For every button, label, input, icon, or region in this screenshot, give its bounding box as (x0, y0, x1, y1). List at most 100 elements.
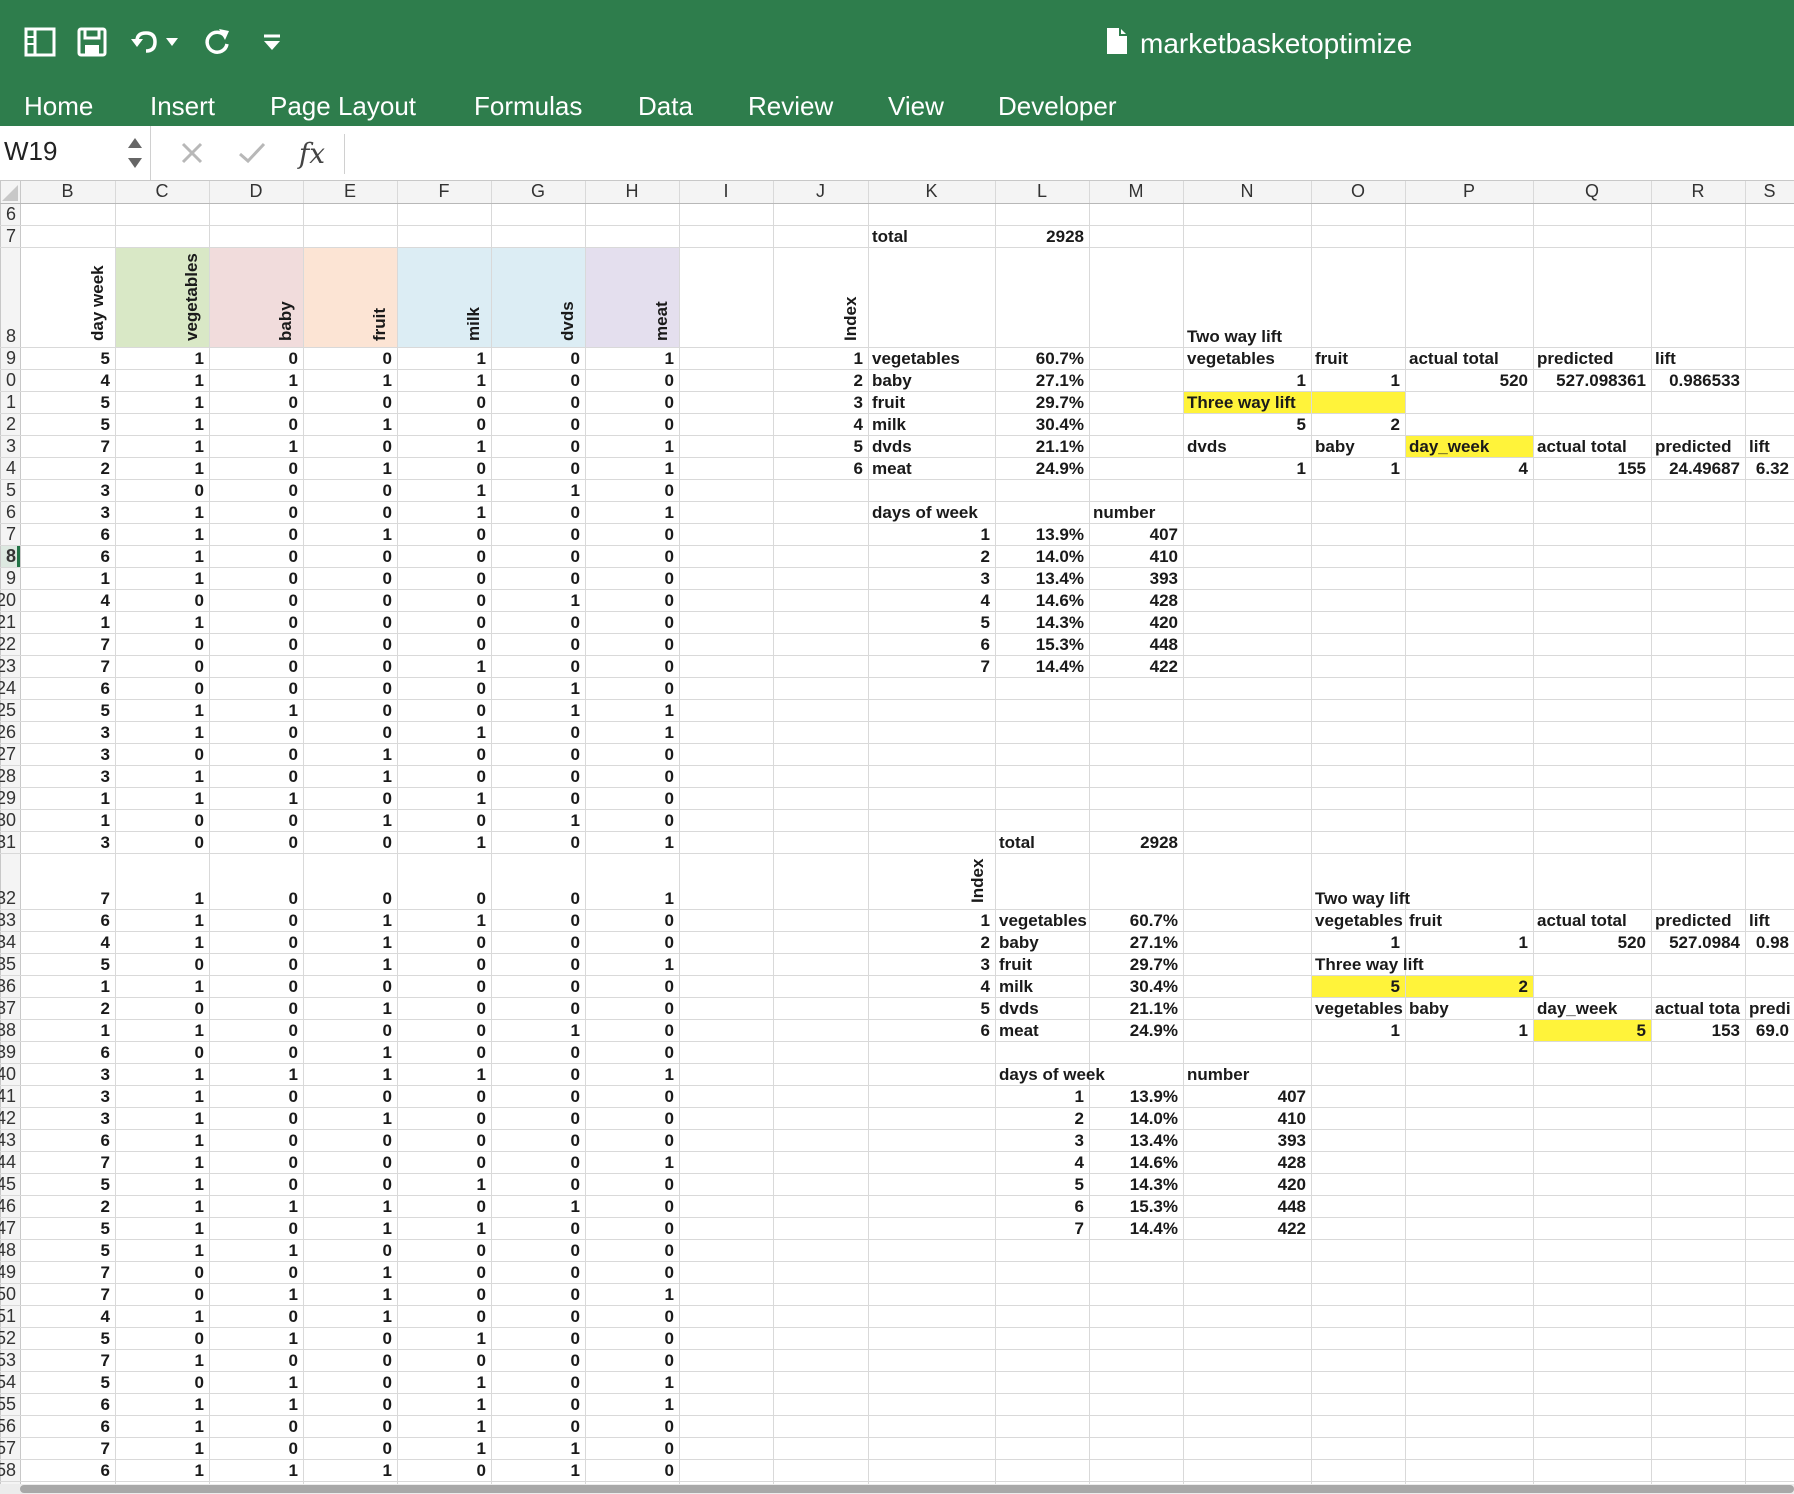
data-cell: 0 (383, 569, 392, 588)
data-cell: 2 (101, 999, 110, 1018)
day-count-2: 410 (1278, 1109, 1306, 1128)
three-way-header-2: actual tota (1655, 999, 1741, 1018)
category-header-dvds: dvds (558, 301, 577, 341)
data-cell: 0 (289, 1263, 298, 1282)
data-cell: 0 (289, 459, 298, 478)
data-cell: 0 (289, 1439, 298, 1458)
data-cell: 1 (195, 1461, 204, 1480)
item-percent: 29.7% (1036, 393, 1084, 412)
data-cell: 0 (383, 889, 392, 908)
item-percent: 30.4% (1036, 415, 1084, 434)
data-cell: 1 (383, 459, 392, 478)
sidebar-toggle-icon[interactable] (18, 20, 62, 64)
tab-page-layout[interactable]: Page Layout (270, 88, 416, 124)
formula-input[interactable] (344, 134, 1789, 174)
data-cell: 5 (101, 701, 110, 720)
tab-view[interactable]: View (888, 88, 944, 124)
data-cell: 0 (665, 933, 674, 952)
item-index-2: 5 (981, 999, 990, 1018)
data-cell: 0 (571, 393, 580, 412)
data-cell: 1 (289, 701, 298, 720)
spreadsheet-grid[interactable]: B C D E F G H I J K L M N O P Q R S 6 7 8 9 0 1 2 3 4 5 6 7 8 9 20 21 22 23… (0, 181, 1794, 1494)
tab-formulas[interactable]: Formulas (474, 88, 582, 124)
data-cell: 0 (383, 723, 392, 742)
data-cell: 2 (101, 459, 110, 478)
total-label: total (872, 227, 908, 246)
item-name: baby (872, 371, 912, 390)
data-cell: 1 (195, 911, 204, 930)
column-header-q: Q (1585, 181, 1599, 201)
item-name-2: vegetables (999, 911, 1087, 930)
sheet-canvas[interactable]: B C D E F G H I J K L M N O P Q R S6789012345678920212223… (0, 181, 1794, 1494)
two-way-header: lift (1655, 349, 1676, 368)
cancel-edit-icon[interactable] (170, 134, 214, 172)
data-cell: 7 (101, 437, 110, 456)
data-cell: 0 (665, 481, 674, 500)
name-box[interactable]: W19 (0, 126, 151, 180)
row-header-label: 57 (0, 1438, 16, 1458)
item-index-2: 3 (981, 955, 990, 974)
item-percent: 24.9% (1036, 459, 1084, 478)
item-percent: 27.1% (1036, 371, 1084, 390)
data-cell: 1 (477, 1065, 486, 1084)
day-percent: 14.6% (1036, 591, 1084, 610)
row-header-label: 2 (6, 414, 16, 434)
category-header-day-week: day week (88, 265, 107, 341)
data-cell: 1 (477, 723, 486, 742)
three-way-header: dvds (1187, 437, 1227, 456)
data-cell: 3 (101, 723, 110, 742)
customize-toolbar-icon[interactable] (250, 20, 294, 64)
data-cell: 1 (383, 1043, 392, 1062)
data-cell: 0 (289, 1219, 298, 1238)
save-icon[interactable] (70, 20, 114, 64)
active-row-indicator (17, 545, 20, 567)
data-cell: 1 (383, 1219, 392, 1238)
tab-developer[interactable]: Developer (998, 88, 1117, 124)
data-cell: 1 (195, 525, 204, 544)
undo-dropdown-chevron-icon[interactable] (160, 20, 184, 64)
two-way-header: vegetables (1187, 349, 1275, 368)
data-cell: 0 (289, 1131, 298, 1150)
data-cell: 1 (665, 889, 674, 908)
horizontal-scrollbar-thumb[interactable] (20, 1485, 1794, 1493)
data-cell: 1 (665, 437, 674, 456)
item-index-2: 2 (981, 933, 990, 952)
two-way-value-2: 0.98 (1756, 933, 1789, 952)
row-header-label: 24 (0, 678, 16, 698)
confirm-edit-icon[interactable] (230, 134, 274, 172)
day-percent-2: 14.0% (1130, 1109, 1178, 1128)
data-cell: 0 (477, 1109, 486, 1128)
data-cell: 3 (101, 1065, 110, 1084)
item-name: fruit (872, 393, 905, 412)
day-index-2: 6 (1075, 1197, 1084, 1216)
row-header-label: 31 (0, 832, 16, 852)
row-header-label: 0 (6, 370, 16, 390)
data-cell: 0 (383, 1131, 392, 1150)
row-header-label: 55 (0, 1394, 16, 1414)
tab-data[interactable]: Data (638, 88, 693, 124)
data-cell: 0 (665, 1021, 674, 1040)
tab-review[interactable]: Review (748, 88, 833, 124)
insert-function-icon[interactable]: fx (290, 134, 334, 172)
data-cell: 1 (195, 1087, 204, 1106)
data-cell: 1 (195, 437, 204, 456)
redo-icon[interactable] (196, 20, 240, 64)
row-header-label: 42 (0, 1108, 16, 1128)
row-header-label: 56 (0, 1416, 16, 1436)
data-cell: 1 (477, 1219, 486, 1238)
tab-insert[interactable]: Insert (150, 88, 215, 124)
day-percent-2: 14.4% (1130, 1219, 1178, 1238)
item-percent-2: 30.4% (1130, 977, 1178, 996)
data-cell: 1 (665, 955, 674, 974)
tab-home[interactable]: Home (24, 88, 93, 124)
data-cell: 0 (383, 481, 392, 500)
name-box-stepper-icon[interactable] (126, 134, 144, 172)
data-cell: 0 (195, 1329, 204, 1348)
number-label: number (1093, 503, 1156, 522)
data-cell: 5 (101, 955, 110, 974)
two-way-header-2: predicted (1655, 911, 1732, 930)
data-cell: 0 (289, 1021, 298, 1040)
data-cell: 0 (195, 1263, 204, 1282)
data-cell: 0 (195, 1373, 204, 1392)
data-cell: 0 (571, 911, 580, 930)
